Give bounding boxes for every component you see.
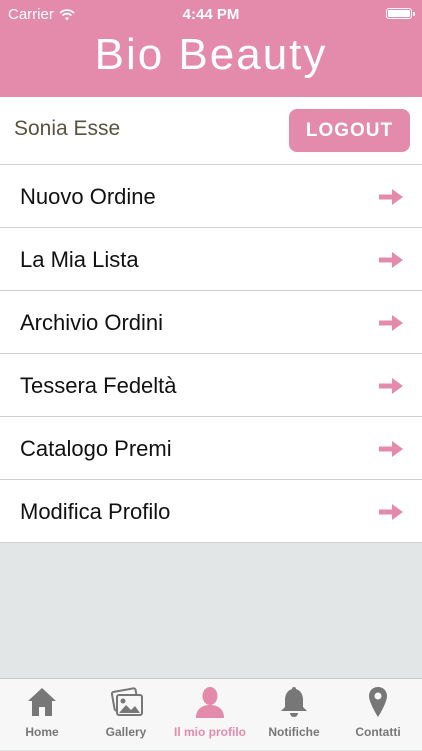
menu-item-label: La Mia Lista (20, 247, 139, 272)
home-icon (28, 688, 56, 716)
tab-notifiche[interactable]: Notifiche (252, 679, 336, 751)
tab-il-mio-profilo[interactable]: Il mio profilo (168, 679, 252, 751)
tab-label: Notifiche (268, 725, 320, 739)
arrow-right-icon (379, 441, 403, 457)
arrow-right-icon (379, 315, 403, 331)
tab-label: Gallery (105, 725, 147, 739)
tab-contatti[interactable]: Contatti (336, 679, 420, 751)
menu-item-label: Tessera Fedeltà (20, 373, 177, 398)
menu-item-modifica-profilo[interactable]: Modifica Profilo (0, 480, 422, 543)
tab-gallery[interactable]: Gallery (84, 679, 168, 751)
menu-item-label: Modifica Profilo (20, 499, 171, 524)
menu-item-archivio-ordini[interactable]: Archivio Ordini (0, 291, 422, 354)
user-bar: Sonia Esse LOGOUT (0, 97, 422, 165)
gallery-icon (110, 687, 143, 716)
menu-item-label: Nuovo Ordine (20, 184, 156, 209)
menu-item-catalogo-premi[interactable]: Catalogo Premi (0, 417, 422, 480)
tab-bar: Home Gallery Il mio profilo Notifiche Co… (0, 678, 422, 750)
tab-label: Contatti (355, 725, 401, 739)
logout-button[interactable]: LOGOUT (289, 109, 410, 152)
arrow-right-icon (379, 504, 403, 520)
arrow-right-icon (379, 252, 403, 268)
user-name: Sonia Esse (14, 117, 121, 140)
tab-label: Home (25, 725, 59, 739)
menu-item-nuovo-ordine[interactable]: Nuovo Ordine (0, 165, 422, 228)
menu-item-tessera-fedelta[interactable]: Tessera Fedeltà (0, 354, 422, 417)
battery-icon (386, 8, 415, 19)
arrow-right-icon (379, 378, 403, 394)
arrow-right-icon (379, 189, 403, 205)
profile-icon (196, 687, 224, 718)
app-header: Carrier 4:44 PM Bio Beauty (0, 0, 422, 97)
menu-item-label: Archivio Ordini (20, 310, 164, 335)
menu-item-label: Catalogo Premi (20, 436, 172, 461)
menu-item-la-mia-lista[interactable]: La Mia Lista (0, 228, 422, 291)
location-pin-icon (369, 687, 387, 717)
tab-label: Il mio profilo (174, 725, 246, 739)
bell-icon (281, 687, 307, 717)
app-title: Bio Beauty (94, 30, 328, 79)
status-time: 4:44 PM (182, 6, 240, 23)
profile-menu: Nuovo Ordine La Mia Lista Archivio Ordin… (0, 165, 422, 543)
status-bar: Carrier 4:44 PM (0, 0, 422, 28)
tab-home[interactable]: Home (0, 679, 84, 751)
